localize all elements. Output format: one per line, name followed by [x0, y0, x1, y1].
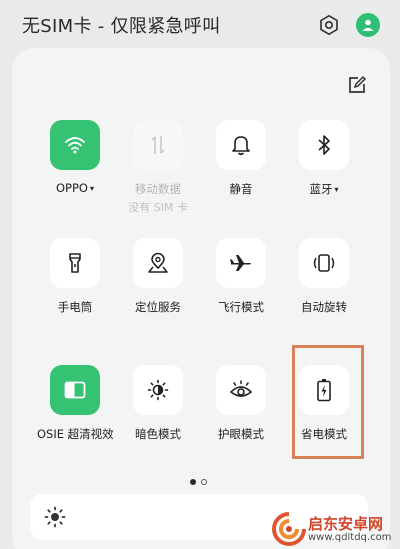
- edit-icon: [349, 75, 367, 93]
- tile-flashlight-button[interactable]: [50, 238, 100, 288]
- tile-airplane-button[interactable]: [216, 238, 266, 288]
- bell-icon: [232, 136, 250, 156]
- tile-eye-care-label: 护眼模式: [218, 427, 264, 441]
- tile-eye-care[interactable]: 护眼模式: [203, 365, 279, 442]
- carrier-status: 无SIM卡 - 仅限紧急呼叫: [22, 16, 221, 37]
- tile-auto-rotate[interactable]: 自动旋转: [286, 238, 362, 315]
- airplane-icon: [230, 255, 251, 271]
- tile-dark-mode-button[interactable]: [133, 365, 183, 415]
- tile-location[interactable]: 定位服务: [120, 238, 196, 315]
- tile-wifi-label: OPPO ▾: [56, 181, 94, 195]
- tile-mute[interactable]: 静音: [203, 120, 279, 197]
- user-account-button[interactable]: [356, 13, 380, 37]
- page-indicator: [190, 479, 207, 485]
- edit-tiles-button[interactable]: [346, 74, 368, 96]
- flashlight-icon: [69, 253, 81, 273]
- page-dot-active: [190, 479, 196, 485]
- tile-bluetooth-button[interactable]: [299, 120, 349, 170]
- gear-icon: [320, 14, 338, 36]
- tile-mobile-data[interactable]: 移动数据 没有 SIM 卡: [120, 120, 196, 215]
- tile-bluetooth-label: 蓝牙 ▾: [309, 182, 339, 196]
- tile-airplane[interactable]: 飞行模式: [203, 238, 279, 315]
- watermark: 启东安卓网 www.qdltdq.com: [268, 510, 400, 549]
- tile-mobile-data-label: 移动数据: [135, 182, 181, 196]
- tile-flashlight-label: 手电筒: [57, 300, 93, 314]
- tile-dark-mode-label: 暗色模式: [135, 427, 181, 441]
- tile-wifi-button[interactable]: [50, 120, 100, 170]
- tile-wifi[interactable]: OPPO ▾: [37, 120, 113, 195]
- highlight-box: [292, 345, 364, 459]
- tile-dark-mode[interactable]: 暗色模式: [120, 365, 196, 442]
- watermark-logo-icon: [272, 512, 306, 546]
- tile-airplane-label: 飞行模式: [218, 300, 264, 314]
- tile-location-button[interactable]: [133, 238, 183, 288]
- chevron-down-icon: ▾: [334, 185, 339, 194]
- watermark-title: 启东安卓网: [308, 515, 384, 533]
- mobile-data-icon: [151, 136, 165, 154]
- tile-osie-button[interactable]: [50, 365, 100, 415]
- tile-osie-label: OSIE 超清视效: [37, 427, 114, 441]
- watermark-url: www.qdltdq.com: [308, 532, 392, 543]
- tile-flashlight[interactable]: 手电筒: [37, 238, 113, 315]
- eye-icon: [229, 380, 253, 397]
- tile-mobile-data-button[interactable]: [133, 120, 183, 170]
- tile-mobile-data-sublabel: 没有 SIM 卡: [128, 201, 188, 214]
- osie-icon: [64, 381, 86, 399]
- auto-rotate-icon: [313, 254, 335, 272]
- location-icon: [148, 252, 168, 273]
- tile-osie[interactable]: OSIE 超清视效: [37, 365, 114, 442]
- bluetooth-icon: [318, 135, 330, 155]
- chevron-down-icon: ▾: [89, 184, 94, 193]
- page-dot-inactive: [201, 479, 207, 485]
- tile-location-label: 定位服务: [135, 300, 181, 314]
- user-icon: [362, 19, 374, 31]
- dark-mode-icon: [147, 379, 169, 401]
- tile-mute-label: 静音: [229, 182, 253, 196]
- tile-bluetooth[interactable]: 蓝牙 ▾: [286, 120, 362, 197]
- sun-icon: [44, 506, 66, 528]
- wifi-icon: [65, 137, 85, 154]
- status-bar: 无SIM卡 - 仅限紧急呼叫: [0, 0, 400, 48]
- settings-button[interactable]: [316, 12, 342, 38]
- tile-auto-rotate-label: 自动旋转: [301, 300, 347, 314]
- tile-auto-rotate-button[interactable]: [299, 238, 349, 288]
- tile-mute-button[interactable]: [216, 120, 266, 170]
- tile-eye-care-button[interactable]: [216, 365, 266, 415]
